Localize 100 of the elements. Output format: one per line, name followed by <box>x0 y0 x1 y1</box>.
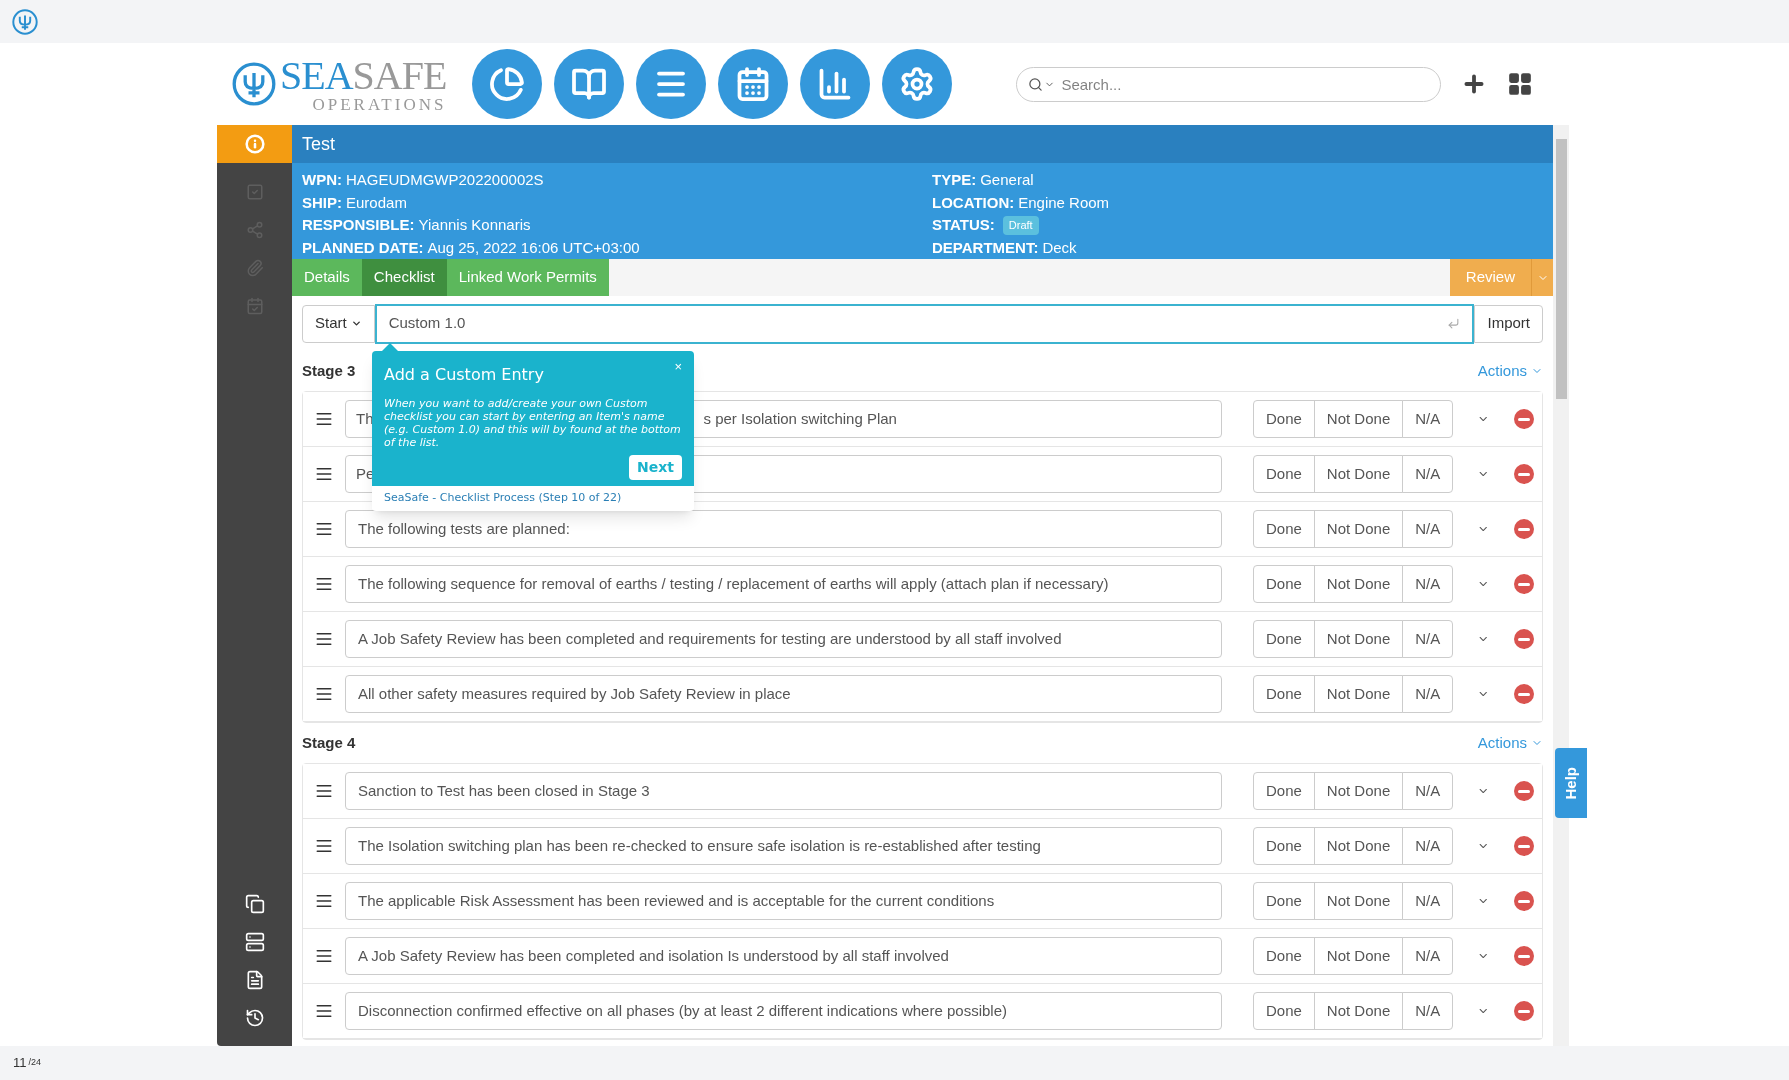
checklist-item-field[interactable]: The following tests are planned: <box>345 510 1222 548</box>
remove-icon[interactable] <box>1513 891 1534 911</box>
answer-button[interactable]: Not Done <box>1313 882 1404 920</box>
answer-button[interactable]: N/A <box>1402 510 1454 548</box>
stage-title: Stage 3 <box>302 360 356 381</box>
calendar-check-icon[interactable] <box>245 297 264 315</box>
checklist-item-field[interactable]: The applicable Risk Assessment has been reviewed and is acceptable for the current conditions <box>345 882 1222 920</box>
field-value: Engine Room <box>1018 192 1110 213</box>
answer-button[interactable]: Done <box>1253 510 1315 548</box>
checklist-item-field[interactable]: The Isolation switching plan has been re-checked to ensure safe isolation is re-established after testing <box>345 827 1222 865</box>
logo-text: SEASAFE <box>280 55 447 96</box>
remove-icon[interactable] <box>1513 781 1534 801</box>
drag-handle-icon[interactable] <box>315 837 333 855</box>
field-value: General <box>980 170 1034 190</box>
checklist-item-field[interactable]: A Job Safety Review has been completed and isolation Is understood by all staff involved <box>345 937 1222 975</box>
answer-button[interactable]: Not Done <box>1313 400 1404 438</box>
field-label: DEPARTMENT: <box>932 237 1039 258</box>
checklist-item-field[interactable]: All other safety measures required by Job Safety Review in place <box>345 675 1222 713</box>
field-label: PLANNED DATE: <box>302 237 424 258</box>
field-value: Aug 25, 2022 16:06 UTC+03:00 <box>427 237 640 258</box>
popup-footer: SeaSafe - Checklist Process (Step 10 of 22) <box>372 486 694 511</box>
grid-icon[interactable] <box>1507 71 1534 97</box>
drag-handle-icon[interactable] <box>315 782 333 800</box>
answer-button[interactable]: N/A <box>1402 455 1454 493</box>
answer-button[interactable]: N/A <box>1402 882 1454 920</box>
remove-icon[interactable] <box>1513 946 1534 966</box>
remove-icon[interactable] <box>1513 629 1534 649</box>
answer-button[interactable]: N/A <box>1402 565 1454 603</box>
page-total: /24 <box>28 1056 41 1070</box>
answer-button[interactable]: N/A <box>1402 992 1454 1030</box>
answer-button[interactable]: N/A <box>1402 400 1454 438</box>
answer-button[interactable]: Done <box>1253 400 1315 438</box>
answer-button[interactable]: Done <box>1253 565 1315 603</box>
field-label: TYPE: <box>932 170 977 190</box>
custom-entry-field[interactable]: Custom 1.0 <box>374 303 1475 344</box>
stage-title: Stage 4 <box>302 732 356 753</box>
copy-icon[interactable] <box>244 894 265 914</box>
field-value: Yiannis Konnaris <box>418 215 531 235</box>
drag-handle-icon[interactable] <box>315 630 333 648</box>
remove-icon[interactable] <box>1513 464 1534 484</box>
answer-button[interactable]: Not Done <box>1313 510 1404 548</box>
search-field[interactable]: Search... <box>1016 66 1442 102</box>
return-icon <box>1447 317 1461 330</box>
page-number: 11 <box>13 1054 27 1073</box>
drag-handle-icon[interactable] <box>315 465 333 483</box>
drag-handle-icon[interactable] <box>315 892 333 910</box>
caret-icon <box>350 318 362 329</box>
remove-icon[interactable] <box>1513 519 1534 539</box>
answer-button[interactable]: Done <box>1253 675 1315 713</box>
answer-button[interactable]: Done <box>1253 882 1315 920</box>
drag-handle-icon[interactable] <box>315 410 333 428</box>
answer-button[interactable]: N/A <box>1402 827 1454 865</box>
drag-handle-icon[interactable] <box>315 685 333 703</box>
field-label: RESPONSIBLE: <box>302 215 415 235</box>
answer-button[interactable]: Done <box>1253 827 1315 865</box>
field-value: Deck <box>1042 237 1077 258</box>
answer-button[interactable]: Done <box>1253 455 1315 493</box>
import-button[interactable]: Import <box>1474 304 1543 343</box>
remove-icon[interactable] <box>1513 409 1534 429</box>
checklist-item-field[interactable]: Disconnection confirmed effective on all phases (by at least 2 different indications where possible) <box>345 992 1222 1030</box>
answer-button[interactable]: Not Done <box>1313 620 1404 658</box>
paperclip-icon[interactable] <box>245 259 264 277</box>
answer-button[interactable]: Done <box>1253 620 1315 658</box>
remove-icon[interactable] <box>1513 836 1534 856</box>
search-icon <box>1028 76 1044 92</box>
answer-button[interactable]: N/A <box>1402 772 1454 810</box>
answer-button[interactable]: N/A <box>1402 620 1454 658</box>
tab[interactable]: Checklist <box>361 259 447 296</box>
answer-button[interactable]: Not Done <box>1313 455 1404 493</box>
answer-button[interactable]: N/A <box>1402 937 1454 975</box>
checklist-item-field[interactable]: Sanction to Test has been closed in Stage 3 <box>345 772 1222 810</box>
answer-button[interactable]: Done <box>1253 992 1315 1030</box>
drag-handle-icon[interactable] <box>315 947 333 965</box>
answer-button[interactable]: Not Done <box>1313 675 1404 713</box>
answer-button[interactable]: Not Done <box>1313 827 1404 865</box>
answer-button[interactable]: Not Done <box>1313 772 1404 810</box>
history-icon[interactable] <box>244 1008 265 1028</box>
drag-handle-icon[interactable] <box>315 520 333 538</box>
logo-trident-icon <box>232 62 276 106</box>
remove-icon[interactable] <box>1513 1001 1534 1021</box>
checkbox-icon[interactable] <box>245 183 264 201</box>
field-value: Eurodam <box>346 192 407 213</box>
remove-icon[interactable] <box>1513 574 1534 594</box>
drag-handle-icon[interactable] <box>315 1002 333 1020</box>
answer-button[interactable]: Not Done <box>1313 565 1404 603</box>
drag-handle-icon[interactable] <box>315 575 333 593</box>
answer-button[interactable]: Not Done <box>1313 992 1404 1030</box>
stack-icon[interactable] <box>244 932 265 952</box>
answer-button[interactable]: Done <box>1253 772 1315 810</box>
field-label: LOCATION: <box>932 192 1015 213</box>
checklist-item-field[interactable]: A Job Safety Review has been completed and requirements for testing are understood by all staff involved <box>345 620 1222 658</box>
start-dropdown[interactable]: Start <box>302 304 375 343</box>
app-logo-icon <box>12 8 38 35</box>
answer-button[interactable]: Not Done <box>1313 937 1404 975</box>
remove-icon[interactable] <box>1513 684 1534 704</box>
field-label: WPN: <box>302 170 342 190</box>
answer-button[interactable]: Done <box>1253 937 1315 975</box>
answer-button[interactable]: N/A <box>1402 675 1454 713</box>
field-value: HAGEUDMGWP202200002S <box>346 170 544 190</box>
checklist-item-field[interactable]: The following sequence for removal of earths / testing / replacement of earths will apply (attach plan if necessary) <box>345 565 1222 603</box>
